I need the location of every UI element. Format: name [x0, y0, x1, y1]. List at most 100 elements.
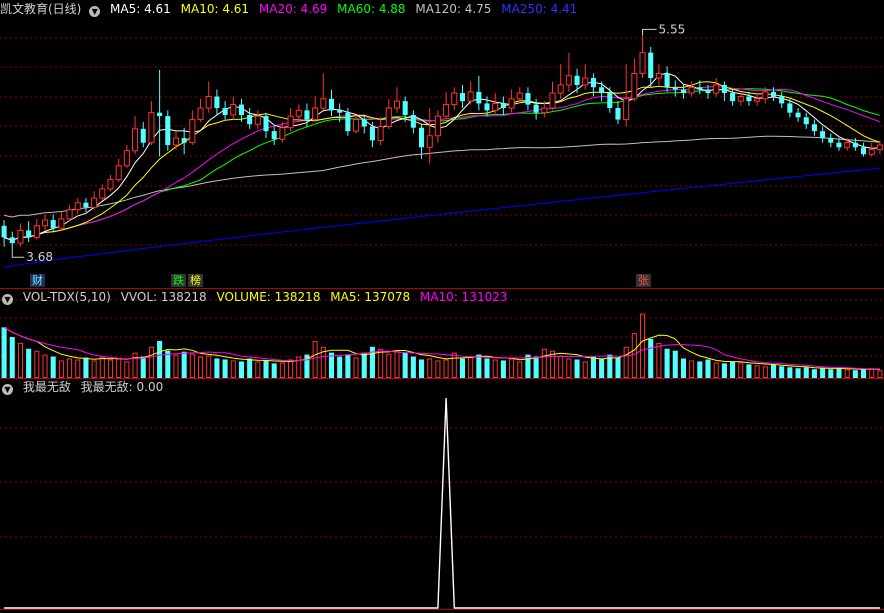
candle-body [680, 89, 687, 94]
candle-body [639, 52, 646, 74]
volume-bar [590, 356, 596, 378]
indicator-header: ▼ 我最无敌 我最无敌: 0.00 [0, 379, 169, 395]
candle-body [508, 98, 515, 109]
candle-body [295, 109, 302, 117]
volume-bar [443, 359, 449, 379]
candle-body [41, 219, 49, 227]
candle-body [820, 131, 826, 139]
candle-body [590, 78, 596, 88]
volume-bar [263, 360, 269, 378]
volume-bar [238, 361, 245, 378]
indicator-title[interactable]: 我最无敌 [23, 380, 71, 394]
volume-bar [230, 360, 236, 379]
volume-bar [746, 364, 752, 378]
volume-bar [770, 364, 777, 378]
volume-bar [730, 361, 736, 378]
candle-body [123, 150, 130, 167]
candle-body [648, 52, 654, 79]
stock-title[interactable]: 凯文教育(日线) [0, 2, 81, 16]
volume-bar [312, 340, 318, 379]
candle-body [271, 131, 277, 140]
candle-body [770, 91, 777, 97]
volume-bar [459, 358, 466, 378]
volume-bar [58, 360, 64, 379]
candle-body [353, 119, 360, 132]
candle-body [230, 104, 237, 116]
candle-body [377, 126, 384, 141]
ma250-line [4, 167, 880, 268]
volume-bar [484, 358, 490, 378]
volume-bar [67, 358, 73, 378]
candle-body [320, 98, 327, 109]
candle-body [484, 103, 490, 111]
volume-bar [803, 367, 809, 378]
volume-bar [631, 333, 637, 378]
volume-bar [451, 352, 457, 378]
ma120-value: MA120: 4.75 [415, 2, 492, 16]
candle-body [631, 72, 638, 100]
volume-bar [99, 356, 105, 378]
marker-zhang[interactable]: 张 [636, 274, 651, 287]
candle-body [828, 138, 834, 143]
volume-bar [787, 367, 793, 378]
candle-body [157, 112, 163, 117]
volume-bar [541, 348, 547, 378]
chart-window: 5.55 3.68 凯文教育(日线) ▼ MA5: 4.61 MA10: 4.61… [0, 0, 884, 613]
candle-body [443, 104, 450, 117]
volume-bar [91, 360, 97, 379]
volume-bar [476, 354, 482, 378]
volume-bar [427, 358, 433, 378]
volume-bar [852, 370, 858, 378]
volume-bar [738, 362, 744, 378]
candle-body [476, 91, 482, 104]
candle-body [795, 112, 801, 118]
volume-bar [247, 358, 253, 378]
candle-body [672, 87, 678, 90]
volume-bar [337, 356, 343, 378]
candle-body [868, 149, 875, 155]
candle-body [459, 93, 466, 102]
marker-die[interactable]: 跌 [171, 274, 186, 287]
candle-body [787, 103, 793, 113]
volume-bar [680, 358, 687, 378]
volume-bar [517, 361, 523, 378]
volume-bar [828, 369, 834, 378]
vol-title[interactable]: VOL-TDX(5,10) [23, 290, 111, 304]
vvol-value: VVOL: 138218 [120, 290, 207, 304]
volume-bar [705, 359, 711, 378]
volume-bar [860, 369, 867, 378]
volume-bar [386, 353, 392, 378]
high-price-label: 5.55 [659, 22, 686, 36]
volume-bar [50, 356, 56, 378]
marker-cai[interactable]: 财 [30, 274, 45, 287]
candle-body [361, 119, 367, 127]
candle-body [115, 165, 122, 181]
candle-body [730, 93, 736, 102]
candle-body [779, 96, 785, 104]
volume-bar [173, 354, 179, 379]
volume-bar [75, 359, 81, 379]
volume-bar [648, 339, 654, 378]
volume-bar [820, 368, 826, 378]
volume-bar [795, 368, 801, 378]
marker-bang[interactable]: 榜 [188, 274, 203, 287]
chevron-down-icon[interactable]: ▼ [2, 384, 13, 395]
candle-body [623, 98, 630, 121]
volume-bar [844, 369, 850, 379]
volume-bar [656, 342, 662, 378]
volume-bar [533, 356, 539, 378]
candle-body [222, 108, 228, 115]
candle-body [655, 72, 662, 79]
chevron-down-icon[interactable]: ▼ [89, 6, 101, 17]
candle-body [599, 87, 605, 94]
volume-bar [361, 352, 367, 378]
volume-bar [836, 368, 842, 378]
volume-bar [288, 359, 294, 379]
candle-body [263, 116, 269, 132]
ma60-value: MA60: 4.88 [337, 2, 406, 16]
volume-bar [468, 356, 474, 378]
low-pointer [11, 251, 25, 258]
chevron-down-icon[interactable]: ▼ [2, 294, 13, 305]
volume-bar [107, 359, 114, 379]
candle-body [410, 114, 416, 128]
